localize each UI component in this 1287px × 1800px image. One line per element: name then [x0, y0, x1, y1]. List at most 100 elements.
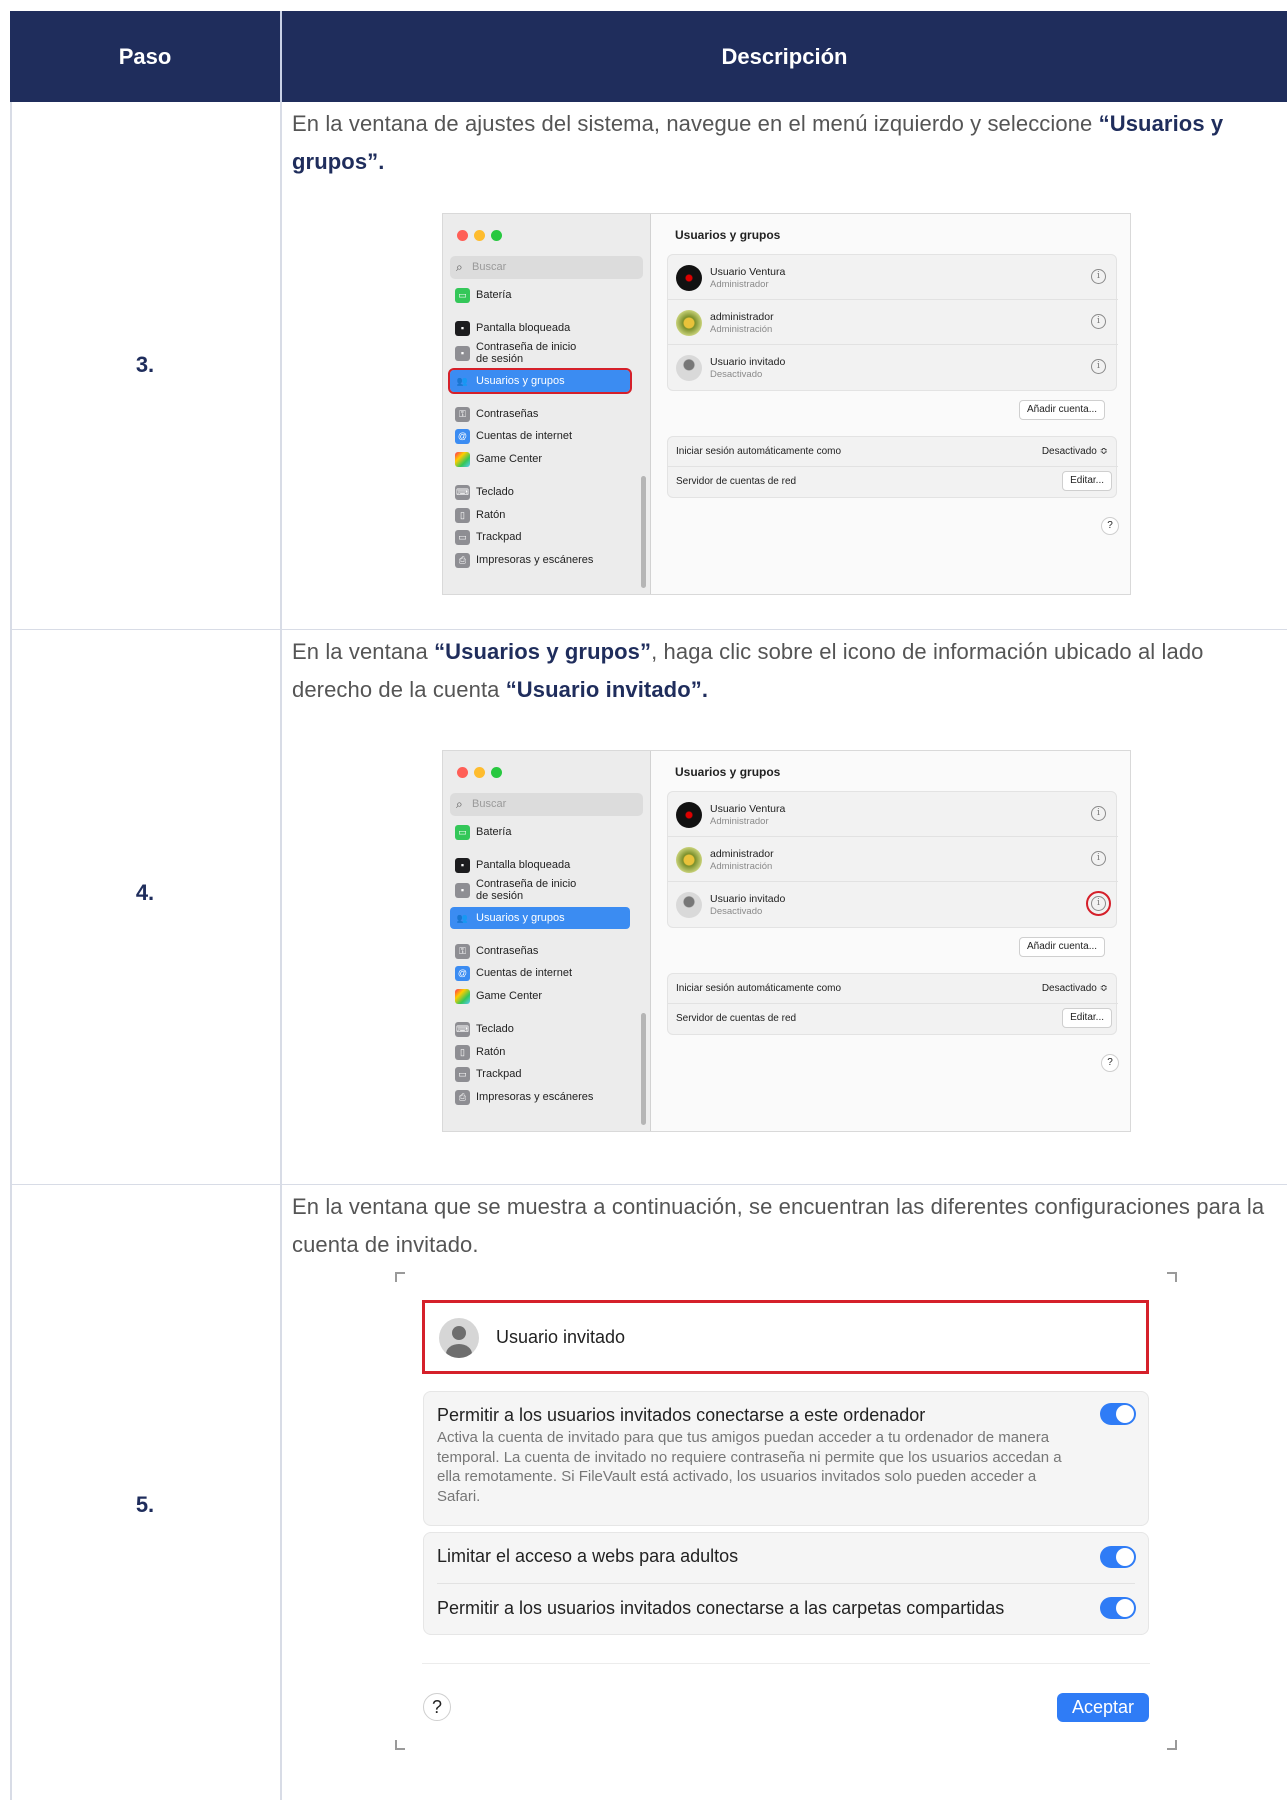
users-list: Usuario Ventura Administrador i administ… — [667, 791, 1118, 928]
search-input[interactable]: ⌕ Buscar — [450, 256, 643, 279]
info-icon[interactable]: i — [1091, 359, 1106, 374]
sidebar-item-contrasena-inicio[interactable]: ▪ Contraseña de inicio de sesión — [450, 340, 630, 366]
sidebar-item-contrasenas[interactable]: ⚿ Contraseñas — [450, 403, 630, 425]
sidebar-item-game-center[interactable]: Game Center — [450, 985, 630, 1007]
minimize-icon — [474, 767, 485, 778]
avatar — [439, 1318, 479, 1358]
key-icon: ⚿ — [455, 943, 470, 959]
sidebar-item-teclado[interactable]: ⌨ Teclado — [450, 1018, 630, 1040]
avatar — [676, 355, 702, 381]
avatar — [676, 265, 702, 291]
sidebar-item-usuarios-grupos[interactable]: 👥 Usuarios y grupos — [450, 907, 630, 929]
auto-login-select[interactable]: Desactivado ≎ — [1042, 446, 1108, 457]
help-button[interactable]: ? — [423, 1693, 451, 1721]
sidebar-item-pantalla-bloqueada[interactable]: ▪ Pantalla bloqueada — [450, 317, 630, 339]
help-button[interactable]: ? — [1101, 1054, 1119, 1072]
printer-icon: ⎙ — [455, 1089, 470, 1105]
users-list: Usuario Ventura Administrador i administ… — [667, 254, 1118, 391]
table-row: 3. En la ventana de ajustes del sistema,… — [10, 102, 1287, 630]
close-icon — [457, 230, 468, 241]
step-number: 5. — [135, 1492, 155, 1517]
sidebar-item-contrasena-inicio[interactable]: ▪ Contraseña de inicio de sesión — [450, 877, 630, 903]
add-account-button[interactable]: Añadir cuenta... — [1019, 937, 1106, 957]
allow-guests-toggle[interactable] — [1100, 1403, 1136, 1425]
lock-icon: ▪ — [455, 882, 470, 898]
list-item[interactable]: Usuario invitado Desactivado i — [668, 345, 1118, 390]
accept-button[interactable]: Aceptar — [1057, 1693, 1149, 1722]
sidebar-item-trackpad[interactable]: ▭ Trackpad — [450, 1063, 630, 1085]
info-icon[interactable]: i — [1091, 851, 1106, 866]
key-icon: ⚿ — [455, 406, 470, 422]
list-item[interactable]: Usuario Ventura Administrador i — [668, 255, 1118, 300]
allow-guests-card: Permitir a los usuarios invitados conect… — [423, 1391, 1149, 1526]
pane-title: Usuarios y grupos — [675, 228, 781, 242]
sidebar-item-impresoras[interactable]: ⎙ Impresoras y escáneres — [450, 1086, 630, 1108]
settings-screenshot: ⌕ Buscar ▭ Batería ▪ Pantalla bloqueada ▪ Co… — [442, 213, 1131, 595]
limit-adult-label: Limitar el acceso a webs para adultos — [437, 1546, 739, 1566]
info-icon[interactable]: i — [1091, 806, 1106, 821]
allow-guests-label: Permitir a los usuarios invitados conect… — [437, 1405, 926, 1425]
auto-login-select[interactable]: Desactivado ≎ — [1042, 983, 1108, 994]
list-item[interactable]: Usuario Ventura Administrador i — [668, 792, 1118, 837]
sidebar-item-raton[interactable]: ▯ Ratón — [450, 504, 630, 526]
sidebar-item-trackpad[interactable]: ▭ Trackpad — [450, 526, 630, 548]
edit-button[interactable]: Editar... — [1062, 1008, 1112, 1028]
at-icon: @ — [455, 428, 470, 444]
table-header: Paso Descripción — [10, 11, 1287, 102]
info-icon[interactable]: i — [1086, 891, 1111, 916]
sidebar-item-cuentas-internet[interactable]: @ Cuentas de internet — [450, 425, 630, 447]
list-item[interactable]: administrador Administración i — [668, 837, 1118, 882]
settings-screenshot: ⌕ Buscar ▭ Batería ▪ Pantalla bloqueada ▪ Co… — [442, 750, 1131, 1132]
zoom-icon — [491, 230, 502, 241]
allow-shared-toggle[interactable] — [1100, 1597, 1136, 1619]
printer-icon: ⎙ — [455, 552, 470, 568]
edit-button[interactable]: Editar... — [1062, 471, 1112, 491]
search-icon: ⌕ — [456, 797, 463, 811]
sidebar-item-bateria[interactable]: ▭ Batería — [450, 821, 630, 843]
battery-icon: ▭ — [455, 824, 470, 840]
window-controls — [457, 765, 508, 783]
limit-adult-toggle[interactable] — [1100, 1546, 1136, 1568]
login-settings: Iniciar sesión automáticamente como Desa… — [667, 973, 1118, 1035]
sidebar-scrollbar[interactable] — [641, 476, 646, 588]
sidebar-item-raton[interactable]: ▯ Ratón — [450, 1041, 630, 1063]
list-item[interactable]: Usuario invitado Desactivado i — [668, 882, 1118, 927]
mouse-icon: ▯ — [455, 1044, 470, 1060]
sidebar-item-bateria[interactable]: ▭ Batería — [450, 284, 630, 306]
avatar — [676, 802, 702, 828]
network-server-row: Servidor de cuentas de red Editar... — [668, 1004, 1118, 1034]
allow-guests-description: Activa la cuenta de invitado para que tu… — [437, 1429, 1062, 1505]
sidebar-item-usuarios-grupos[interactable]: 👥 Usuarios y grupos — [448, 368, 632, 394]
help-button[interactable]: ? — [1101, 517, 1119, 535]
login-settings: Iniciar sesión automáticamente como Desa… — [667, 436, 1118, 498]
sidebar-item-cuentas-internet[interactable]: @ Cuentas de internet — [450, 962, 630, 984]
step-number: 4. — [135, 880, 155, 905]
minimize-icon — [474, 230, 485, 241]
mouse-icon: ▯ — [455, 507, 470, 523]
search-input[interactable]: ⌕ Buscar — [450, 793, 643, 816]
guest-user-name: Usuario invitado — [496, 1327, 626, 1347]
list-item[interactable]: administrador Administración i — [668, 300, 1118, 345]
lock-screen-icon: ▪ — [455, 320, 470, 336]
auto-login-row: Iniciar sesión automáticamente como Desa… — [668, 437, 1118, 467]
avatar — [676, 310, 702, 336]
guest-options-card: Limitar el acceso a webs para adultos Pe… — [423, 1532, 1149, 1635]
sidebar-item-impresoras[interactable]: ⎙ Impresoras y escáneres — [450, 549, 630, 571]
zoom-icon — [491, 767, 502, 778]
step-description: En la ventana que se muestra a continuac… — [292, 1194, 1265, 1257]
game-center-icon — [455, 451, 470, 467]
header-description: Descripción — [721, 43, 848, 69]
step-number: 3. — [135, 352, 155, 377]
add-account-button[interactable]: Añadir cuenta... — [1019, 400, 1106, 420]
keyboard-icon: ⌨ — [455, 1021, 470, 1037]
sidebar-item-teclado[interactable]: ⌨ Teclado — [450, 481, 630, 503]
sidebar-scrollbar[interactable] — [641, 1013, 646, 1125]
network-server-row: Servidor de cuentas de red Editar... — [668, 467, 1118, 497]
users-icon: 👥 — [455, 910, 470, 926]
settings-sidebar: ⌕ Buscar ▭ Batería ▪ Pantalla bloqueada ▪ Co… — [443, 214, 651, 594]
sidebar-item-pantalla-bloqueada[interactable]: ▪ Pantalla bloqueada — [450, 854, 630, 876]
info-icon[interactable]: i — [1091, 269, 1106, 284]
sidebar-item-contrasenas[interactable]: ⚿ Contraseñas — [450, 940, 630, 962]
info-icon[interactable]: i — [1091, 314, 1106, 329]
sidebar-item-game-center[interactable]: Game Center — [450, 448, 630, 470]
